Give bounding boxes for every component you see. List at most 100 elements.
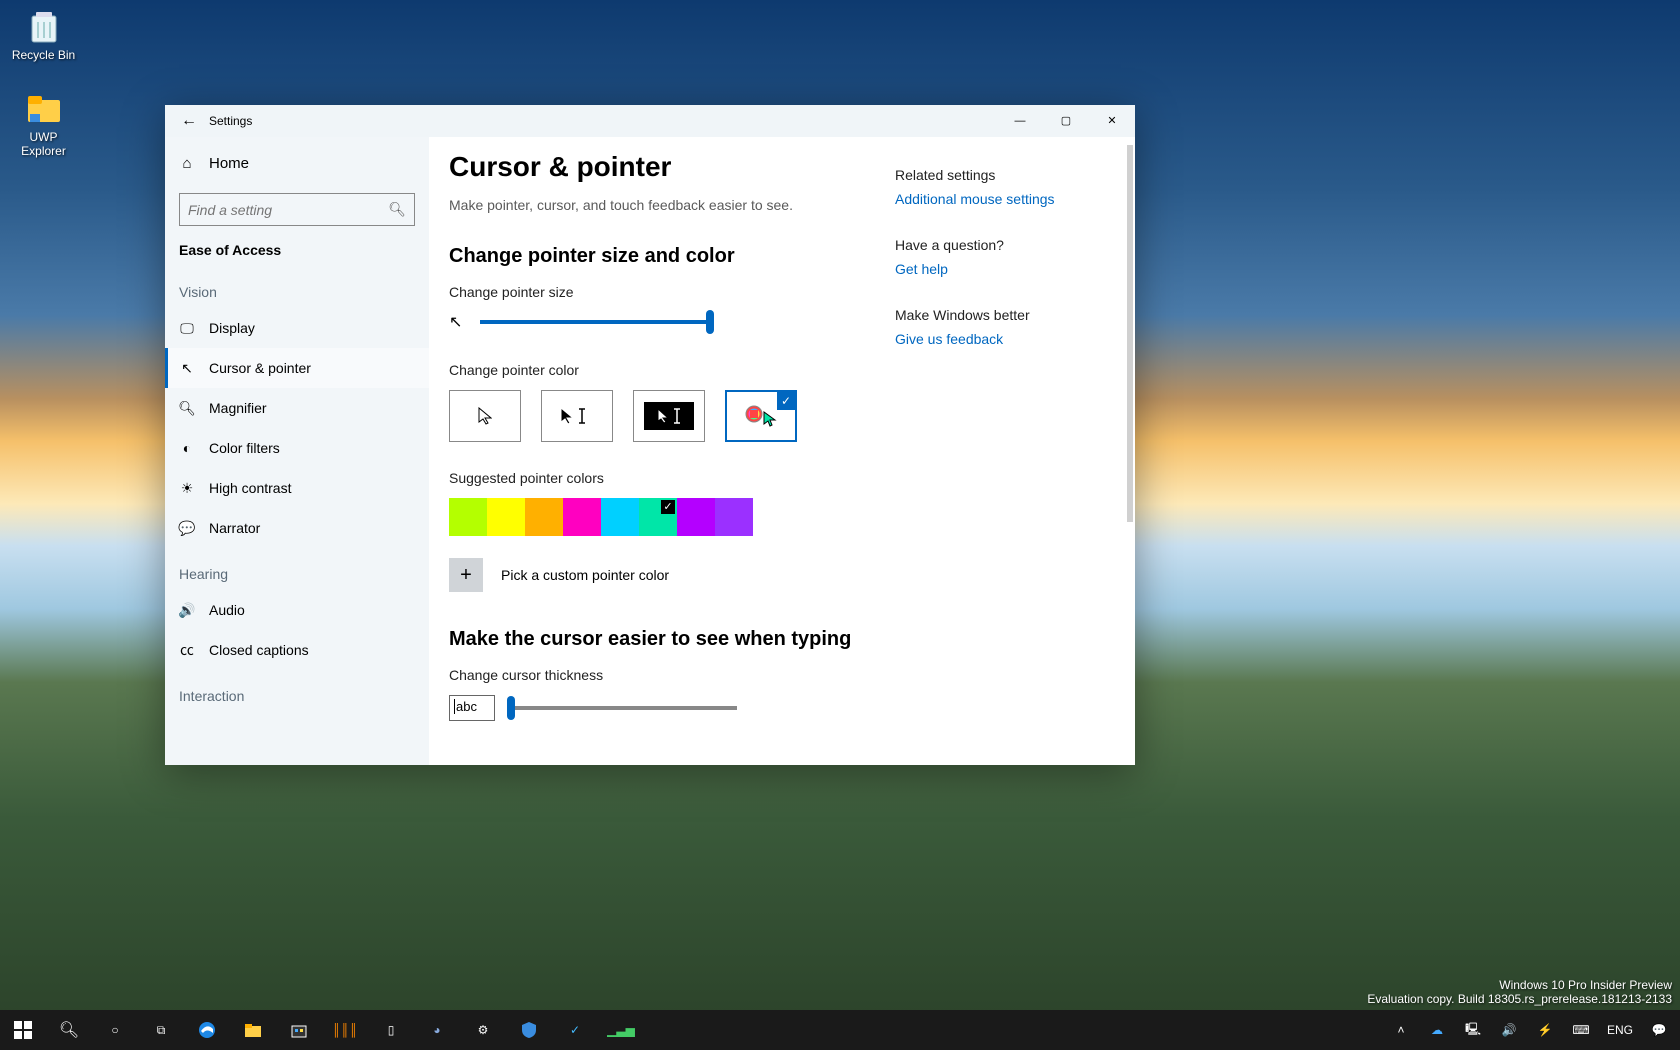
nav-high-contrast[interactable]: ☀High contrast [165,468,429,508]
nav-label: Color filters [209,440,280,456]
folder-icon [24,88,64,128]
recycle-bin-icon [24,6,64,46]
nav-display[interactable]: 🖵Display [165,308,429,348]
nav-group-interaction: Interaction [165,670,429,712]
pick-custom-color-button[interactable]: + [449,558,483,592]
cortana-button[interactable]: ○ [92,1010,138,1050]
taskbar-app-3[interactable]: ◕ [414,1010,460,1050]
home-icon: ⌂ [179,155,195,172]
get-help-link[interactable]: Get help [895,261,948,277]
nav-home[interactable]: ⌂ Home [165,143,429,183]
folder-icon [244,1021,262,1039]
taskbar-app-4[interactable]: ✓ [552,1010,598,1050]
taskbar-security[interactable] [506,1010,552,1050]
slider-thumb[interactable] [706,310,714,334]
cursor-black-icon [560,407,594,425]
narrator-icon: 💬 [179,520,195,537]
tray-onedrive[interactable]: ☁ [1420,1010,1454,1050]
pointer-size-slider[interactable] [480,320,710,324]
main-content: Cursor & pointer Make pointer, cursor, a… [429,137,895,765]
ibeam-inverted-icon [673,408,681,424]
search-field[interactable] [188,202,388,218]
swatch-4[interactable] [601,498,639,536]
cursor-white-icon [478,407,492,425]
taskbar: 🔍︎ ○ ⧉ ║║║ ▯ ◕ ⚙ ✓ ▁▃▅ ˄ ☁ 🖳 🔊 ⚡ ⌨ ENG 💬 [0,1010,1680,1050]
nav-narrator[interactable]: 💬 Narrator [165,508,429,548]
task-view-button[interactable]: ⧉ [138,1010,184,1050]
color-opt-inverted[interactable] [633,390,705,442]
check-icon: ✓ [570,1023,580,1037]
tray-devices[interactable]: 🖳 [1456,1010,1490,1050]
nav-audio[interactable]: 🔊Audio [165,590,429,630]
nav-closed-captions[interactable]: ㏄Closed captions [165,630,429,670]
search-input[interactable]: 🔍︎ [179,193,415,226]
swatch-5[interactable] [639,498,677,536]
taskbar-app-1[interactable]: ║║║ [322,1010,368,1050]
swatch-0[interactable] [449,498,487,536]
system-tray: ˄ ☁ 🖳 🔊 ⚡ ⌨ ENG 💬 [1384,1010,1680,1050]
give-us-feedback-link[interactable]: Give us feedback [895,331,1003,347]
swatch-6[interactable] [677,498,715,536]
nav-label: Magnifier [209,400,267,416]
taskbar-settings[interactable]: ⚙ [460,1010,506,1050]
keyboard-icon: ⌨ [1572,1023,1589,1037]
nav-label: Cursor & pointer [209,360,311,376]
tray-overflow[interactable]: ˄ [1384,1010,1418,1050]
pick-custom-color-label: Pick a custom pointer color [501,567,669,583]
close-button[interactable]: ✕ [1089,105,1135,137]
tray-network[interactable]: ⚡ [1528,1010,1562,1050]
taskbar-app-2[interactable]: ▯ [368,1010,414,1050]
swatch-1[interactable] [487,498,525,536]
desktop-icon-label: UWP Explorer [21,130,66,158]
nav-cursor-pointer[interactable]: ↖ Cursor & pointer [165,348,429,388]
swatch-3[interactable] [563,498,601,536]
nav-magnifier[interactable]: 🔍︎ Magnifier [165,388,429,428]
search-icon: 🔍︎ [59,1020,79,1040]
store-icon [290,1021,308,1039]
window-title: Settings [209,114,252,128]
audio-icon: 🔊 [179,602,195,619]
tray-volume[interactable]: 🔊 [1492,1010,1526,1050]
back-button[interactable]: ← [169,112,209,130]
nav-color-filters[interactable]: ◐Color filters [165,428,429,468]
taskbar-store[interactable] [276,1010,322,1050]
taskbar-explorer[interactable] [230,1010,276,1050]
cursor-inverted-icon [657,408,669,424]
watermark: Windows 10 Pro Insider Preview Evaluatio… [1367,978,1672,1006]
swatch-2[interactable] [525,498,563,536]
cursor-thickness-slider[interactable] [507,706,737,710]
gear-icon: ⚙ [478,1023,489,1037]
titlebar: ← Settings — ▢ ✕ [165,105,1135,137]
windows-icon [14,1021,32,1039]
desktop-icon-recycle-bin[interactable]: Recycle Bin [6,6,81,62]
scrollbar[interactable] [1127,145,1133,522]
additional-mouse-settings-link[interactable]: Additional mouse settings [895,191,1055,207]
cursor-icon: ↖ [179,360,195,377]
taskbar-edge[interactable] [184,1010,230,1050]
page-title: Cursor & pointer [449,151,865,183]
color-opt-white[interactable] [449,390,521,442]
nav-group-vision: Vision [165,266,429,308]
color-opt-custom[interactable] [725,390,797,442]
search-button[interactable]: 🔍︎ [46,1010,92,1050]
nav-home-label: Home [209,155,249,172]
maximize-button[interactable]: ▢ [1043,105,1089,137]
tray-input[interactable]: ⌨ [1564,1010,1598,1050]
color-opt-black[interactable] [541,390,613,442]
start-button[interactable] [0,1010,46,1050]
tray-action-center[interactable]: 💬 [1642,1010,1676,1050]
magnifier-icon: 🔍︎ [179,400,195,417]
minimize-button[interactable]: — [997,105,1043,137]
nav-label: Narrator [209,520,260,536]
photos-icon: ◕ [433,1023,440,1037]
swatch-7[interactable] [715,498,753,536]
cursor-thickness-label: Change cursor thickness [449,667,865,683]
devices-icon: 🖳 [1465,1020,1481,1041]
nav-label: Closed captions [209,642,309,658]
taskbar-app-5[interactable]: ▁▃▅ [598,1010,644,1050]
left-nav: ⌂ Home 🔍︎ Ease of Access Vision 🖵Display… [165,137,429,765]
tray-language[interactable]: ENG [1600,1010,1640,1050]
desktop-icon-uwp-explorer[interactable]: UWP Explorer [6,88,81,158]
slider-thumb[interactable] [507,696,515,720]
phone-icon: ▯ [388,1023,395,1037]
